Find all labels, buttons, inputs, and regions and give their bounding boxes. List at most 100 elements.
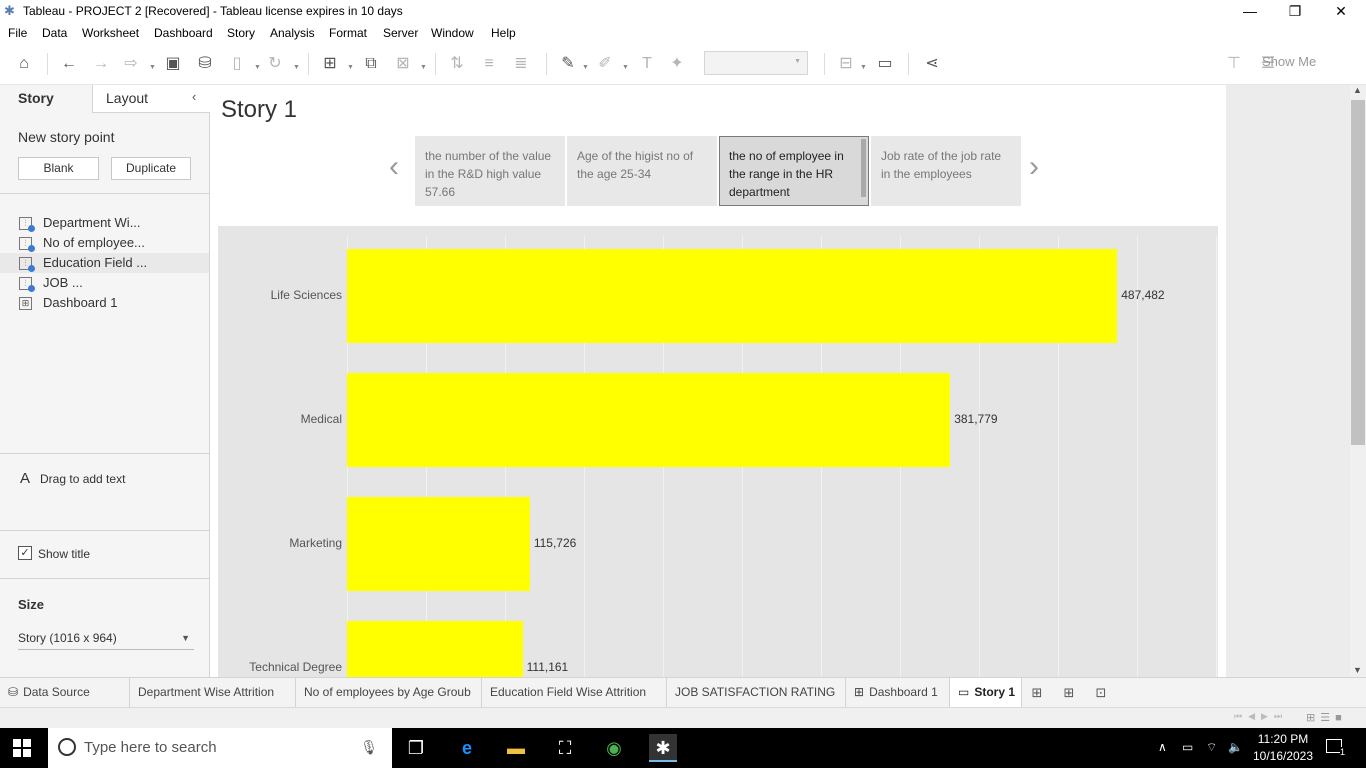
menu-format[interactable]: Format: [329, 26, 367, 40]
notification-icon[interactable]: 1: [1326, 739, 1345, 757]
chevron-down-icon[interactable]: ▼: [420, 64, 427, 71]
redo-icon[interactable]: →: [90, 53, 112, 75]
size-select[interactable]: Story (1016 x 964) ▼: [18, 628, 194, 650]
sheet-tab[interactable]: JOB SATISFACTION RATING: [667, 678, 846, 708]
save-icon[interactable]: ▣: [162, 53, 184, 75]
task-view-icon[interactable]: ❐: [402, 734, 430, 762]
swap-icon[interactable]: ⇅: [446, 53, 468, 75]
chevron-down-icon[interactable]: ▼: [347, 64, 354, 71]
undo-icon[interactable]: ←: [58, 53, 80, 75]
menu-story[interactable]: Story: [227, 26, 255, 40]
chevron-down-icon[interactable]: ▼: [149, 64, 156, 71]
sheet-view-icons[interactable]: ⊞☰■: [1306, 711, 1347, 724]
menu-dashboard[interactable]: Dashboard: [154, 26, 213, 40]
volume-icon[interactable]: 🔈: [1228, 740, 1243, 754]
sheet-nav-icons[interactable]: ⏮◀▶⏭: [1234, 711, 1288, 722]
chart-bar[interactable]: [347, 373, 951, 467]
duplicate-icon[interactable]: ⧉: [360, 53, 382, 75]
sheet-tab-label: Department Wise Attrition: [138, 685, 275, 699]
restore-button[interactable]: ❐: [1272, 0, 1318, 23]
chevron-down-icon[interactable]: ▼: [582, 64, 589, 71]
story-point-3[interactable]: the no of employee in the range in the H…: [719, 136, 869, 206]
scrollbar-thumb[interactable]: [1351, 100, 1365, 445]
sort-desc-icon[interactable]: ≣: [510, 53, 532, 75]
menu-worksheet[interactable]: Worksheet: [82, 26, 139, 40]
sheet-item[interactable]: ⫶ Education Field ...: [0, 253, 209, 273]
next-story-point-arrow[interactable]: ›: [1029, 150, 1039, 184]
format-painter-icon[interactable]: ⊤: [1223, 53, 1245, 75]
sheet-tab[interactable]: ⛁ Data Source: [0, 678, 130, 708]
sheet-tab[interactable]: ▭ Story 1: [950, 678, 1022, 708]
fit-select[interactable]: ▼: [704, 51, 808, 75]
attach-icon[interactable]: ✐: [594, 53, 616, 75]
chevron-down-icon[interactable]: ▼: [293, 64, 300, 71]
show-title-checkbox[interactable]: ✓: [18, 546, 32, 560]
tab-story[interactable]: Story: [0, 85, 92, 113]
sort-asc-icon[interactable]: ≡: [478, 53, 500, 75]
duplicate-button[interactable]: Duplicate: [111, 157, 191, 180]
new-worksheet-tab-icon[interactable]: ⊞: [1028, 684, 1046, 702]
story-point-4[interactable]: Job rate of the job rate in the employee…: [871, 136, 1021, 206]
new-story-tab-icon[interactable]: ⊡: [1092, 684, 1110, 702]
show-hidden-icons[interactable]: ∧: [1158, 740, 1167, 754]
scroll-down-icon[interactable]: ▼: [1353, 665, 1362, 675]
refresh-icon[interactable]: ↻: [264, 53, 286, 75]
file-explorer-icon[interactable]: ▬: [502, 734, 530, 762]
chart-bar[interactable]: [347, 621, 523, 677]
story-point-2[interactable]: Age of the higist no of the age 25-34: [567, 136, 717, 206]
text-icon[interactable]: T: [636, 53, 658, 75]
drag-to-add-text[interactable]: A Drag to add text: [20, 470, 125, 487]
taskbar-clock[interactable]: 11:20 PM 10/16/2023: [1252, 731, 1314, 765]
menu-analysis[interactable]: Analysis: [270, 26, 315, 40]
chart-bar[interactable]: [347, 497, 530, 591]
vertical-scrollbar[interactable]: ▲ ▼: [1350, 85, 1366, 677]
chevron-down-icon[interactable]: ▼: [860, 64, 867, 71]
new-dashboard-tab-icon[interactable]: ⊞: [1060, 684, 1078, 702]
windows-start-icon[interactable]: [13, 739, 31, 757]
wifi-icon[interactable]: ⌔: [1206, 740, 1217, 755]
menu-window[interactable]: Window: [431, 26, 474, 40]
microphone-icon[interactable]: 🎙: [360, 739, 378, 756]
edge-icon[interactable]: e: [453, 734, 481, 762]
menu-file[interactable]: File: [8, 26, 27, 40]
sheet-item[interactable]: ⊞ Dashboard 1: [0, 293, 209, 313]
new-datasource-icon[interactable]: ⛁: [194, 53, 216, 75]
presentation-icon[interactable]: ▭: [874, 53, 896, 75]
sheet-tab[interactable]: ⊞ Dashboard 1: [846, 678, 950, 708]
paste-icon[interactable]: ▯: [226, 53, 248, 75]
sheet-tab[interactable]: Department Wise Attrition: [130, 678, 296, 708]
battery-icon[interactable]: ▭: [1182, 740, 1193, 754]
sheet-tab[interactable]: Education Field Wise Attrition: [482, 678, 667, 708]
sheet-item[interactable]: ⫶ Department Wi...: [0, 213, 209, 233]
close-button[interactable]: ✕: [1318, 0, 1364, 23]
home-icon[interactable]: ⌂: [13, 53, 35, 75]
sheet-item[interactable]: ⫶ No of employee...: [0, 233, 209, 253]
taskbar-search[interactable]: Type here to search 🎙: [48, 728, 392, 768]
menu-help[interactable]: Help: [491, 26, 516, 40]
sheet-tab[interactable]: No of employees by Age Groub: [296, 678, 482, 708]
menu-data[interactable]: Data: [42, 26, 67, 40]
chart-bar[interactable]: [347, 249, 1118, 343]
scroll-up-icon[interactable]: ▲: [1353, 85, 1362, 95]
highlight-icon[interactable]: ✎: [557, 53, 579, 75]
pin-icon[interactable]: ✦: [666, 53, 688, 75]
show-me-button[interactable]: Show Me: [1262, 54, 1316, 69]
minimize-button[interactable]: —: [1227, 0, 1273, 23]
tableau-taskbar-icon[interactable]: ✱: [649, 734, 677, 762]
chevron-down-icon[interactable]: ▼: [622, 64, 629, 71]
store-icon[interactable]: ⛶: [551, 734, 579, 762]
sheet-item[interactable]: ⫶ JOB ...: [0, 273, 209, 293]
story-point-scrollbar[interactable]: [861, 139, 866, 197]
clear-icon[interactable]: ⊠: [392, 53, 414, 75]
blank-button[interactable]: Blank: [18, 157, 99, 180]
chrome-icon[interactable]: ◉: [600, 734, 628, 762]
collapse-panel-icon[interactable]: ‹: [192, 89, 196, 104]
redo-dropdown-icon[interactable]: ⇨: [120, 53, 142, 75]
menu-server[interactable]: Server: [383, 26, 418, 40]
new-worksheet-icon[interactable]: ⊞: [319, 53, 341, 75]
prev-story-point-arrow[interactable]: ‹: [389, 150, 399, 184]
story-point-1[interactable]: the number of the value in the R&D high …: [415, 136, 565, 206]
share-icon[interactable]: ⋖: [921, 53, 943, 75]
fit-icon[interactable]: ⊟: [835, 53, 857, 75]
chevron-down-icon[interactable]: ▼: [254, 64, 261, 71]
